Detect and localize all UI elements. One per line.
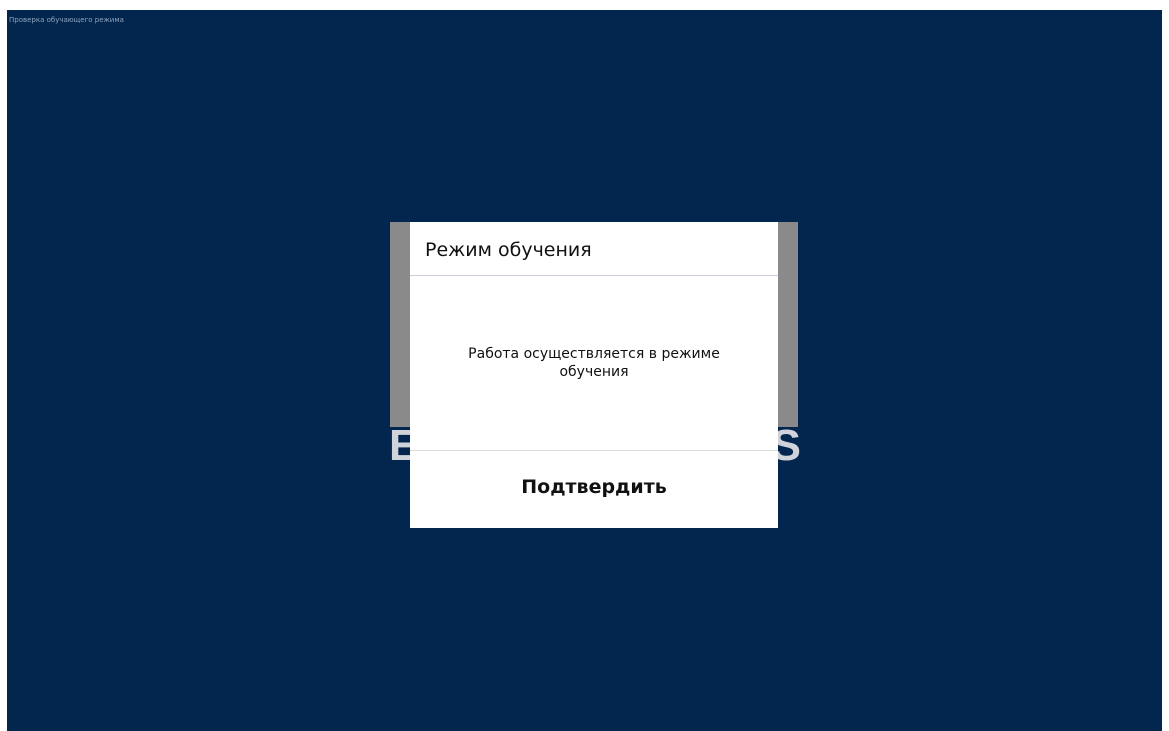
dialog-body: Работа осуществляется в режиме обучения	[410, 276, 778, 451]
dialog-title: Режим обучения	[425, 239, 592, 261]
dialog-message: Работа осуществляется в режиме обучения	[468, 346, 720, 380]
app-window: Проверка обучающего режима E S Режим обу…	[7, 10, 1162, 731]
confirm-button[interactable]: Подтвердить	[410, 451, 778, 528]
training-mode-dialog: Режим обучения Работа осуществляется в р…	[410, 222, 778, 528]
window-title: Проверка обучающего режима	[9, 16, 124, 24]
confirm-button-label: Подтвердить	[521, 475, 667, 498]
dialog-header: Режим обучения	[410, 222, 778, 276]
